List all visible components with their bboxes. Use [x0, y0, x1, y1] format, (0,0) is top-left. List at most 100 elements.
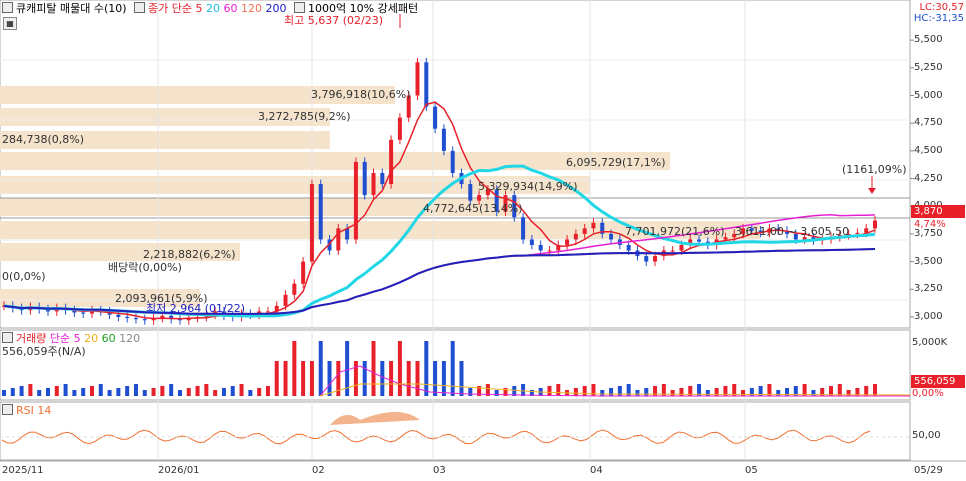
volume-bar [415, 361, 420, 396]
volume-bar [380, 361, 385, 396]
date-label: 05/29 [914, 465, 943, 476]
legend-checkbox[interactable] [2, 332, 13, 343]
chart-canvas[interactable] [0, 0, 966, 481]
volume-bar [459, 361, 464, 396]
volume-bar [468, 388, 473, 396]
date-label: 04 [590, 465, 603, 476]
candle-body [644, 256, 649, 262]
candle-body [697, 239, 702, 242]
ma-label[interactable]: 종가 단순 [148, 2, 192, 15]
legend-checkbox[interactable] [294, 2, 306, 13]
candle-body [353, 161, 358, 240]
current-volume: 556,059주(N/A) [2, 345, 86, 358]
ma-period-5[interactable]: 5 [196, 2, 203, 15]
volume-legend: 거래량 단순 5 20 60 120 [2, 332, 140, 345]
vol-ma-120[interactable]: 120 [119, 332, 140, 345]
volume-bar [151, 388, 156, 396]
legend-checkbox[interactable] [2, 2, 13, 13]
volume-profile-label: 0(0,0%) [2, 270, 46, 283]
candle-body [433, 106, 438, 129]
candle-body [450, 150, 455, 173]
volume-bar [389, 361, 394, 396]
volume-bar [353, 361, 358, 396]
volume-bar [89, 386, 94, 396]
volume-bar [133, 384, 138, 396]
volume-bar [28, 384, 33, 396]
ma-period-60[interactable]: 60 [224, 2, 238, 15]
volume-profile-label: 4,772,645(13,4%) [423, 202, 523, 215]
ma-period-20[interactable]: 20 [206, 2, 220, 15]
candle-body [547, 250, 552, 252]
stock-chart-window: 큐캐피탈 매물대 수(10) 종가 단순 5 20 60 120 200 100… [0, 0, 966, 481]
volume-bar [72, 390, 77, 396]
volume-ma-label[interactable]: 단순 [50, 332, 70, 345]
volume-bar [582, 386, 587, 396]
candle-body [468, 184, 473, 201]
hc-readout: HC:-31,35 [913, 13, 964, 24]
volume-profile-label: 2,218,882(6,2%) [143, 248, 236, 261]
volume-bar [301, 361, 306, 396]
candle-body [424, 62, 429, 107]
candle-body [609, 233, 614, 240]
volume-bar [741, 390, 746, 396]
legend-checkbox[interactable] [134, 2, 146, 13]
volume-bar [397, 341, 402, 396]
volume-bar [213, 390, 218, 396]
volume-bar [10, 388, 15, 396]
volume-bar [837, 384, 842, 396]
volume-bar [600, 390, 605, 396]
price-tick-label: 5,500 [914, 34, 943, 46]
price-tick-label: 3,000 [914, 310, 943, 322]
volume-bar [424, 341, 429, 396]
candle-body [670, 250, 675, 252]
volume-bar [494, 390, 499, 396]
volume-bar [309, 361, 314, 396]
volume-bar [873, 384, 877, 396]
candle-body [591, 222, 596, 229]
ma-period-120[interactable]: 120 [241, 2, 262, 15]
grid-table-icon[interactable]: ▦ [3, 17, 17, 30]
volume-bar [327, 361, 332, 396]
volume-bar [371, 341, 376, 396]
vol-ma-20[interactable]: 20 [84, 332, 98, 345]
rsi-label[interactable]: RSI 14 [16, 404, 51, 417]
volume-profile-label: 7,701,972(21,6%) [625, 225, 725, 238]
volume-bar [609, 388, 614, 396]
candle-body [292, 283, 297, 295]
vol-ma-60[interactable]: 60 [102, 332, 116, 345]
candle-body [301, 261, 306, 284]
candle-body [653, 256, 658, 262]
volume-bar [265, 386, 270, 396]
volume-label[interactable]: 거래량 [16, 332, 46, 345]
volume-profile-label: 3,272,785(9,2%) [258, 110, 351, 123]
rsi-panel-frame [0, 401, 911, 461]
candle-body [81, 312, 86, 314]
date-label: 05 [745, 465, 758, 476]
volume-bar [98, 384, 103, 396]
arrow-down-icon [868, 188, 876, 194]
price-tick-label: 4,250 [914, 172, 943, 184]
candle-body [345, 228, 350, 240]
candle-body [415, 62, 420, 96]
candle-body [318, 184, 323, 240]
candle-body [142, 319, 147, 321]
volume-bar [547, 386, 552, 396]
date-label: 02 [312, 465, 325, 476]
price-tick-label: 5,250 [914, 61, 943, 73]
volume-bar [63, 384, 68, 396]
volume-profile-label: 5,329,934(14,9%) [478, 180, 578, 193]
date-label: 03 [433, 465, 446, 476]
current-price-tag: 3,870 [911, 205, 965, 218]
rsi-legend: RSI 14 [2, 404, 51, 417]
candle-body [371, 173, 376, 196]
candle-body [397, 117, 402, 140]
candle-body [441, 128, 446, 151]
candle-body [362, 161, 367, 196]
volume-bar [433, 361, 438, 396]
vol-ma-5[interactable]: 5 [74, 332, 81, 345]
volume-bar [160, 386, 165, 396]
legend-checkbox[interactable] [2, 404, 13, 415]
stock-name[interactable]: 큐캐피탈 매물대 수(10) [16, 2, 127, 15]
volume-profile-label: 6,095,729(17,1%) [566, 156, 666, 169]
volume-bar [239, 384, 244, 396]
